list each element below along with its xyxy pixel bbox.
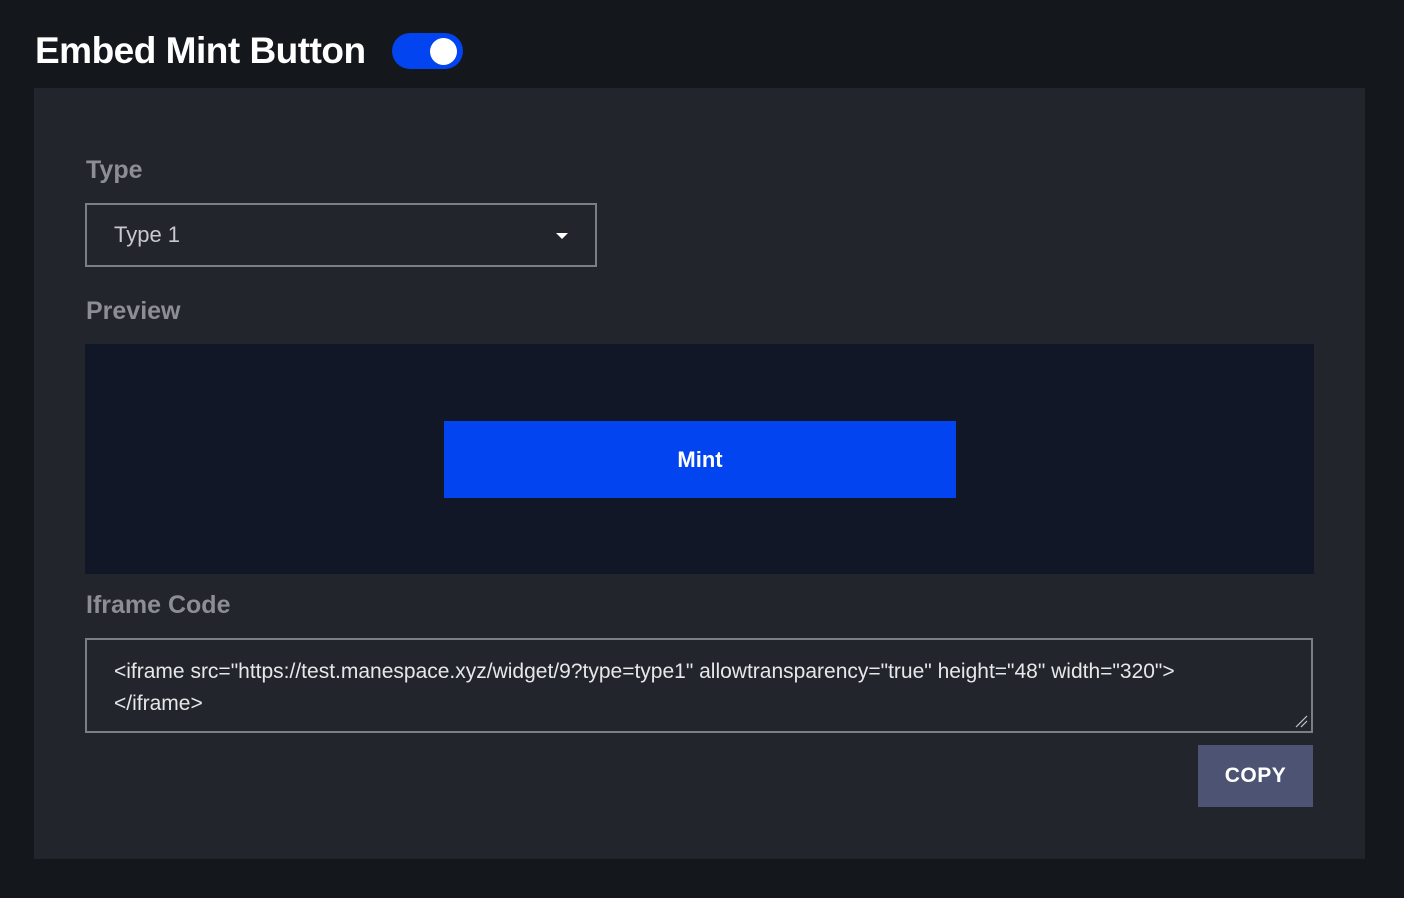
page-title: Embed Mint Button xyxy=(35,30,366,71)
iframe-code-textarea[interactable]: <iframe src="https://test.manespace.xyz/… xyxy=(85,638,1313,733)
preview-label: Preview xyxy=(86,297,181,325)
embed-card: Type Type 1 Preview Mint Iframe Code <if… xyxy=(34,88,1365,859)
preview-panel: Mint xyxy=(85,344,1314,574)
header: Embed Mint Button xyxy=(35,26,463,76)
type-select-value: Type 1 xyxy=(114,222,181,247)
toggle-knob xyxy=(429,38,457,65)
iframe-code-label: Iframe Code xyxy=(86,591,231,619)
embed-toggle[interactable] xyxy=(391,33,463,69)
chevron-down-icon xyxy=(556,233,568,239)
mint-button[interactable]: Mint xyxy=(444,421,956,498)
resize-handle-icon[interactable] xyxy=(1294,714,1308,728)
type-label: Type xyxy=(86,156,143,184)
iframe-code-text: <iframe src="https://test.manespace.xyz/… xyxy=(114,660,1175,715)
type-select[interactable]: Type 1 xyxy=(85,203,597,267)
copy-button[interactable]: COPY xyxy=(1198,745,1313,807)
